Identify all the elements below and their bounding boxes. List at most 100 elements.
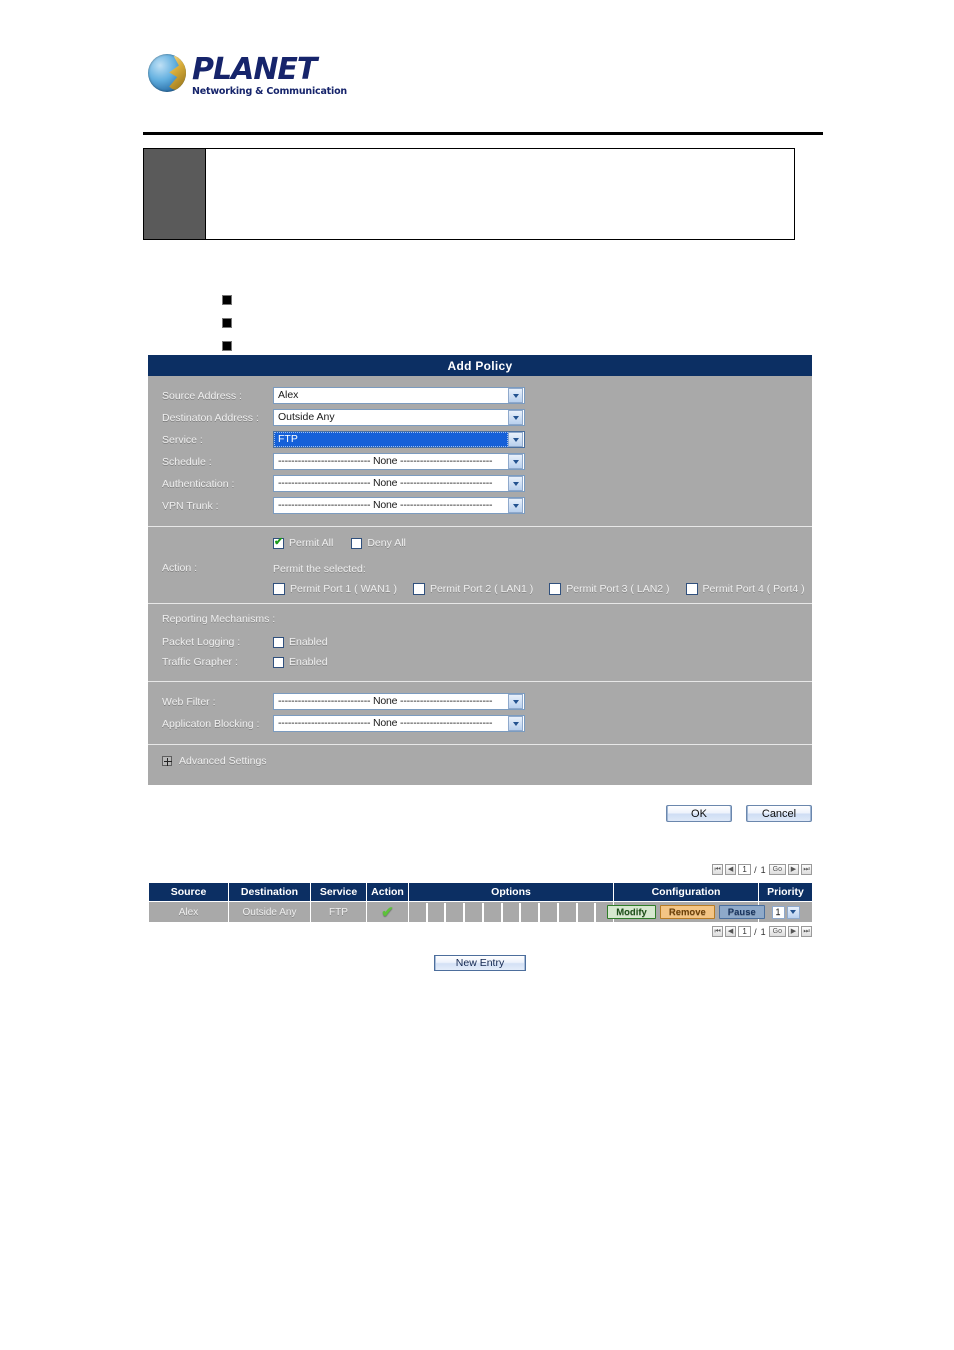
pagination-top: ⏮ ◀ 1 / 1 Go ▶ ⏭: [0, 864, 812, 875]
option-cell: [540, 902, 559, 922]
prev-page-icon[interactable]: ◀: [725, 864, 737, 875]
chevron-down-icon[interactable]: [508, 694, 523, 709]
traffic-grapher-option[interactable]: Enabled: [273, 656, 328, 668]
permit-port-4-option[interactable]: Permit Port 4 ( Port4 ): [685, 583, 805, 595]
source-address-value: Alex: [278, 389, 299, 401]
option-cell: [409, 902, 428, 922]
pause-button[interactable]: Pause: [718, 905, 765, 919]
service-value: FTP: [274, 432, 508, 447]
chevron-down-icon[interactable]: [508, 388, 523, 403]
expand-plus-icon[interactable]: [162, 756, 172, 766]
permit-all-option[interactable]: Permit All: [273, 536, 334, 549]
packet-logging-label: Packet Logging :: [162, 636, 241, 648]
page-number-input[interactable]: 1: [738, 864, 752, 875]
service-select[interactable]: FTP: [273, 431, 525, 448]
cell-configuration: Modify Remove Pause: [607, 901, 765, 923]
permit-port-2-checkbox[interactable]: [412, 583, 425, 595]
modify-button[interactable]: Modify: [607, 905, 656, 919]
chevron-down-icon[interactable]: [508, 454, 523, 469]
packet-logging-checkbox[interactable]: [273, 636, 284, 648]
permit-port-1-checkbox[interactable]: [273, 583, 285, 595]
square-bullet-icon: [222, 317, 232, 328]
schedule-label: Schedule :: [162, 455, 212, 468]
options-subcells: [409, 902, 614, 922]
option-cell: [483, 902, 503, 922]
permit-all-checkbox[interactable]: [273, 536, 284, 549]
traffic-grapher-label: Traffic Grapher :: [162, 656, 238, 668]
deny-all-checkbox[interactable]: [351, 537, 363, 549]
permit-port-4-checkbox[interactable]: [685, 583, 698, 595]
cell-options: [408, 901, 614, 923]
advanced-settings-toggle[interactable]: Advanced Settings: [148, 745, 812, 785]
permit-port-3-checkbox[interactable]: [549, 583, 562, 595]
first-page-icon[interactable]: ⏮: [712, 926, 724, 937]
destination-address-value: Outside Any: [278, 411, 335, 423]
last-page-icon[interactable]: ⏭: [801, 926, 812, 937]
application-blocking-select[interactable]: ---------------------------- None ------…: [273, 715, 525, 732]
schedule-value: ---------------------------- None ------…: [278, 455, 493, 467]
action-mode-row: Permit All Deny All: [273, 536, 812, 549]
field-service: Service : FTP: [148, 429, 812, 450]
web-filter-select[interactable]: ---------------------------- None ------…: [273, 693, 525, 710]
authentication-select[interactable]: ---------------------------- None ------…: [273, 475, 525, 492]
filters-section: Web Filter : ---------------------------…: [148, 681, 812, 744]
column-destination: Destination: [228, 882, 311, 902]
table-row[interactable]: Alex Outside Any FTP ✔ Modify Remove Pau…: [148, 901, 813, 923]
note-callout: [143, 148, 795, 240]
schedule-select[interactable]: ---------------------------- None ------…: [273, 453, 525, 470]
option-cell: [465, 902, 484, 922]
field-application-blocking: Applicaton Blocking : ------------------…: [148, 713, 812, 734]
column-priority: Priority: [758, 882, 813, 902]
cancel-button[interactable]: Cancel: [746, 805, 812, 822]
pagination-bottom: ⏮ ◀ 1 / 1 Go ▶ ⏭: [0, 926, 812, 937]
permit-port-2-option[interactable]: Permit Port 2 ( LAN1 ): [412, 583, 533, 595]
go-button[interactable]: Go: [768, 864, 786, 875]
chevron-down-icon[interactable]: [508, 498, 523, 513]
chevron-down-icon[interactable]: [508, 432, 523, 447]
column-action: Action: [366, 882, 409, 902]
destination-address-label: Destinaton Address :: [162, 411, 259, 424]
square-bullet-icon: [222, 340, 232, 351]
next-page-icon[interactable]: ▶: [788, 864, 799, 875]
remove-button[interactable]: Remove: [659, 905, 715, 919]
page-number-input[interactable]: 1: [738, 926, 752, 937]
permit-port-1-option[interactable]: Permit Port 1 ( WAN1 ): [273, 583, 397, 595]
source-address-select[interactable]: Alex: [273, 387, 525, 404]
destination-address-select[interactable]: Outside Any: [273, 409, 525, 426]
traffic-grapher-checkbox[interactable]: [273, 656, 284, 668]
prev-page-icon[interactable]: ◀: [725, 926, 737, 937]
chevron-down-icon[interactable]: [508, 716, 523, 731]
permit-port-3-option[interactable]: Permit Port 3 ( LAN2 ): [549, 583, 670, 595]
last-page-icon[interactable]: ⏭: [801, 864, 812, 875]
option-cell: [521, 902, 541, 922]
list-item: [222, 311, 242, 334]
traffic-grapher-row: Traffic Grapher : Enabled: [148, 652, 812, 672]
authentication-value: ---------------------------- None ------…: [278, 477, 493, 489]
ok-button[interactable]: OK: [666, 805, 732, 822]
deny-all-option[interactable]: Deny All: [351, 537, 406, 549]
vpn-trunk-select[interactable]: ---------------------------- None ------…: [273, 497, 525, 514]
deny-all-label: Deny All: [367, 537, 406, 549]
packet-logging-option[interactable]: Enabled: [273, 636, 328, 648]
permit-ports-row: Permit Port 1 ( WAN1 ) Permit Port 2 ( L…: [273, 583, 812, 595]
first-page-icon[interactable]: ⏮: [712, 864, 724, 875]
brand-tagline: Networking & Communication: [192, 86, 347, 97]
permit-all-label: Permit All: [289, 537, 334, 549]
go-button[interactable]: Go: [768, 926, 786, 937]
panel-body: Source Address : Alex Destinaton Address…: [148, 376, 812, 785]
cell-priority: 1: [758, 901, 813, 923]
option-cell: [502, 902, 522, 922]
note-text: [206, 149, 794, 239]
option-cell: [446, 902, 466, 922]
web-filter-label: Web Filter :: [162, 695, 216, 708]
reporting-title: Reporting Mechanisms :: [162, 613, 276, 625]
cell-action: ✔: [366, 901, 409, 923]
new-entry-button[interactable]: New Entry: [434, 955, 526, 971]
next-page-icon[interactable]: ▶: [788, 926, 799, 937]
chevron-down-icon[interactable]: [786, 905, 800, 919]
page-separator: /: [754, 864, 757, 875]
chevron-down-icon[interactable]: [508, 476, 523, 491]
priority-select[interactable]: 1: [760, 905, 811, 919]
chevron-down-icon[interactable]: [508, 410, 523, 425]
panel-title: Add Policy: [148, 355, 812, 376]
